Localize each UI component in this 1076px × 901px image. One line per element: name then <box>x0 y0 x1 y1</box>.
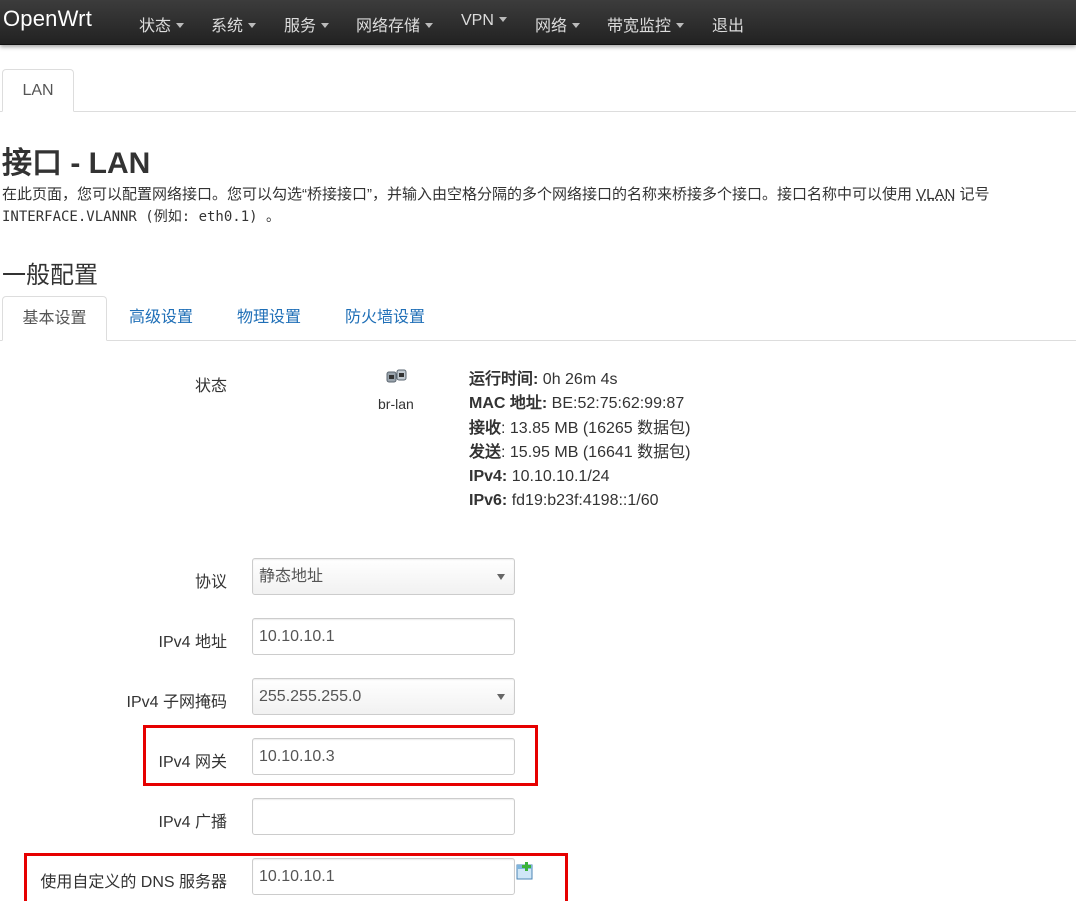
status-ipv4: IPv4: 10.10.10.1/24 <box>469 468 610 486</box>
ipv4-broadcast-label: IPv4 广播 <box>158 814 227 831</box>
ipv4-netmask-select[interactable]: 255.255.255.0 <box>252 678 515 715</box>
caret-down-icon <box>321 23 330 29</box>
ipv4-gateway-input[interactable]: 10.10.10.3 <box>252 738 515 775</box>
status-label: 状态 <box>194 378 227 395</box>
protocol-value: 静态地址 <box>259 568 324 585</box>
caret-down-icon <box>248 23 257 29</box>
add-entry-icon[interactable] <box>516 862 534 880</box>
top-tabs-divider <box>0 111 1076 112</box>
caret-down-icon <box>676 23 685 29</box>
custom-dns-label: 使用自定义的 DNS 服务器 <box>40 874 227 891</box>
select-arrow-icon <box>497 694 505 700</box>
status-details: 运行时间: 0h 26m 4s MAC 地址: BE:52:75:62:99:8… <box>469 368 690 514</box>
tab-lan[interactable]: LAN <box>2 69 74 112</box>
caret-down-icon <box>498 17 507 23</box>
menu-services[interactable]: 服务 <box>284 12 330 36</box>
ipv4-address-label: IPv4 地址 <box>158 634 227 651</box>
ipv4-netmask-label: IPv4 子网掩码 <box>126 694 227 711</box>
ethernet-port-icon <box>386 369 407 383</box>
tab-basic-settings[interactable]: 基本设置 <box>2 296 107 341</box>
status-mac: MAC 地址: BE:52:75:62:99:87 <box>469 395 685 413</box>
interface-vlan-example: INTERFACE.VLANNR (例如: eth0.1) 。 <box>2 209 281 225</box>
menu-nas[interactable]: 网络存储 <box>356 12 434 36</box>
menu-system[interactable]: 系统 <box>211 12 257 36</box>
top-navbar: OpenWrt 状态 系统 服务 网络存储 VPN 网络 带宽监控 退出 <box>0 0 1076 45</box>
menu-logout[interactable]: 退出 <box>712 12 744 36</box>
page-title: 接口 - LAN <box>2 147 151 180</box>
ipv4-gateway-label: IPv4 网关 <box>158 754 227 771</box>
tab-firewall-settings[interactable]: 防火墙设置 <box>345 296 425 341</box>
interface-name: br-lan <box>378 396 414 412</box>
select-arrow-icon <box>497 574 505 580</box>
status-rx: 接收: 13.85 MB (16265 数据包) <box>469 419 691 437</box>
status-ipv6: IPv6: fd19:b23f:4198::1/60 <box>469 492 659 510</box>
custom-dns-input[interactable]: 10.10.10.1 <box>252 858 515 895</box>
vlan-abbr: VLAN <box>916 186 956 203</box>
protocol-select[interactable]: 静态地址 <box>252 558 515 595</box>
caret-down-icon <box>572 23 581 29</box>
page-description: 在此页面，您可以配置网络接口。您可以勾选“桥接接口”，并输入由空格分隔的多个网络… <box>2 186 990 203</box>
caret-down-icon <box>176 23 185 29</box>
menu-status[interactable]: 状态 <box>139 12 185 36</box>
ipv4-address-input[interactable]: 10.10.10.1 <box>252 618 515 655</box>
caret-down-icon <box>425 23 434 29</box>
menu-bandwidth[interactable]: 带宽监控 <box>607 12 685 36</box>
netmask-value: 255.255.255.0 <box>259 688 362 705</box>
section-title: 一般配置 <box>2 262 98 289</box>
status-tx: 发送: 15.95 MB (16641 数据包) <box>469 443 691 461</box>
tab-physical-settings[interactable]: 物理设置 <box>237 296 301 341</box>
protocol-label: 协议 <box>194 574 227 591</box>
ipv4-broadcast-input[interactable] <box>252 798 515 835</box>
tab-advanced-settings[interactable]: 高级设置 <box>129 296 193 341</box>
menu-vpn[interactable]: VPN <box>461 12 507 30</box>
status-uptime: 运行时间: 0h 26m 4s <box>469 371 618 388</box>
brand-logo[interactable]: OpenWrt <box>3 6 92 32</box>
menu-network[interactable]: 网络 <box>535 12 581 36</box>
